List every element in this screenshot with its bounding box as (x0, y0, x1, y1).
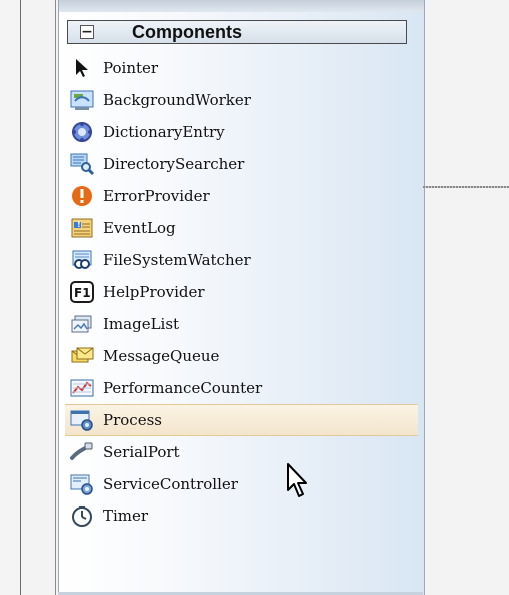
left-margin (0, 0, 20, 595)
toolbox-item-label: ImageList (103, 315, 180, 333)
toolbox-item-helpprovider[interactable]: F1 HelpProvider (59, 276, 424, 308)
background-worker-icon (69, 88, 95, 112)
toolbox-item-label: Pointer (103, 59, 159, 77)
service-controller-icon (69, 472, 95, 496)
svg-text:F1: F1 (74, 286, 91, 300)
toolbox-item-label: ErrorProvider (103, 187, 210, 205)
toolbox-item-performancecounter[interactable]: PerformanceCounter (59, 372, 424, 404)
toolbox-item-label: Timer (103, 507, 149, 525)
dictionary-entry-icon (69, 120, 95, 144)
serial-port-icon (69, 440, 95, 464)
toolbox-item-errorprovider[interactable]: ErrorProvider (59, 180, 424, 212)
components-group-header[interactable]: − Components (67, 20, 407, 44)
help-provider-icon: F1 (69, 280, 95, 304)
left-divider (20, 0, 21, 595)
image-list-icon (69, 312, 95, 336)
toolbox-item-serialport[interactable]: SerialPort (59, 436, 424, 468)
toolbox-item-label: DirectorySearcher (103, 155, 245, 173)
toolbox-item-directorysearcher[interactable]: DirectorySearcher (59, 148, 424, 180)
toolbox-divider (55, 0, 56, 595)
toolbox-item-servicecontroller[interactable]: ServiceController (59, 468, 424, 500)
toolbox-item-messagequeue[interactable]: MessageQueue (59, 340, 424, 372)
toolbox-item-label: BackgroundWorker (103, 91, 251, 109)
toolbox-panel: − Components Pointer BackgroundWorker Di… (58, 0, 425, 595)
toolbox-item-label: Process (103, 411, 162, 429)
toolbox-item-process[interactable]: Process (65, 404, 418, 436)
toolbox-item-label: PerformanceCounter (103, 379, 263, 397)
event-log-icon: ! (69, 216, 95, 240)
toolbox-item-label: ServiceController (103, 475, 238, 493)
error-provider-icon (69, 184, 95, 208)
toolbox-item-timer[interactable]: Timer (59, 500, 424, 532)
toolbox-item-eventlog[interactable]: ! EventLog (59, 212, 424, 244)
toolbox-item-imagelist[interactable]: ImageList (59, 308, 424, 340)
toolbox-item-filesystemwatcher[interactable]: FileSystemWatcher (59, 244, 424, 276)
pointer-icon (69, 56, 95, 80)
collapse-icon[interactable]: − (80, 25, 94, 39)
performance-counter-icon (69, 376, 95, 400)
toolbox-item-label: FileSystemWatcher (103, 251, 251, 269)
group-title: Components (132, 21, 242, 42)
message-queue-icon (69, 344, 95, 368)
toolbox-top-strip (59, 0, 424, 12)
toolbox-item-dictionaryentry[interactable]: DictionaryEntry (59, 116, 424, 148)
toolbox-item-list: Pointer BackgroundWorker DictionaryEntry… (59, 52, 424, 532)
toolbox-item-pointer[interactable]: Pointer (59, 52, 424, 84)
toolbox-item-label: MessageQueue (103, 347, 220, 365)
timer-icon (69, 504, 95, 528)
toolbox-item-label: SerialPort (103, 443, 180, 461)
toolbox-item-label: DictionaryEntry (103, 123, 225, 141)
svg-text:!: ! (77, 220, 81, 229)
toolbox-item-label: EventLog (103, 219, 176, 237)
mouse-cursor-icon (287, 463, 307, 497)
toolbox-item-label: HelpProvider (103, 283, 205, 301)
process-icon (69, 408, 95, 432)
designer-surface-border (423, 186, 509, 188)
directory-searcher-icon (69, 152, 95, 176)
file-system-watcher-icon (69, 248, 95, 272)
toolbox-item-backgroundworker[interactable]: BackgroundWorker (59, 84, 424, 116)
